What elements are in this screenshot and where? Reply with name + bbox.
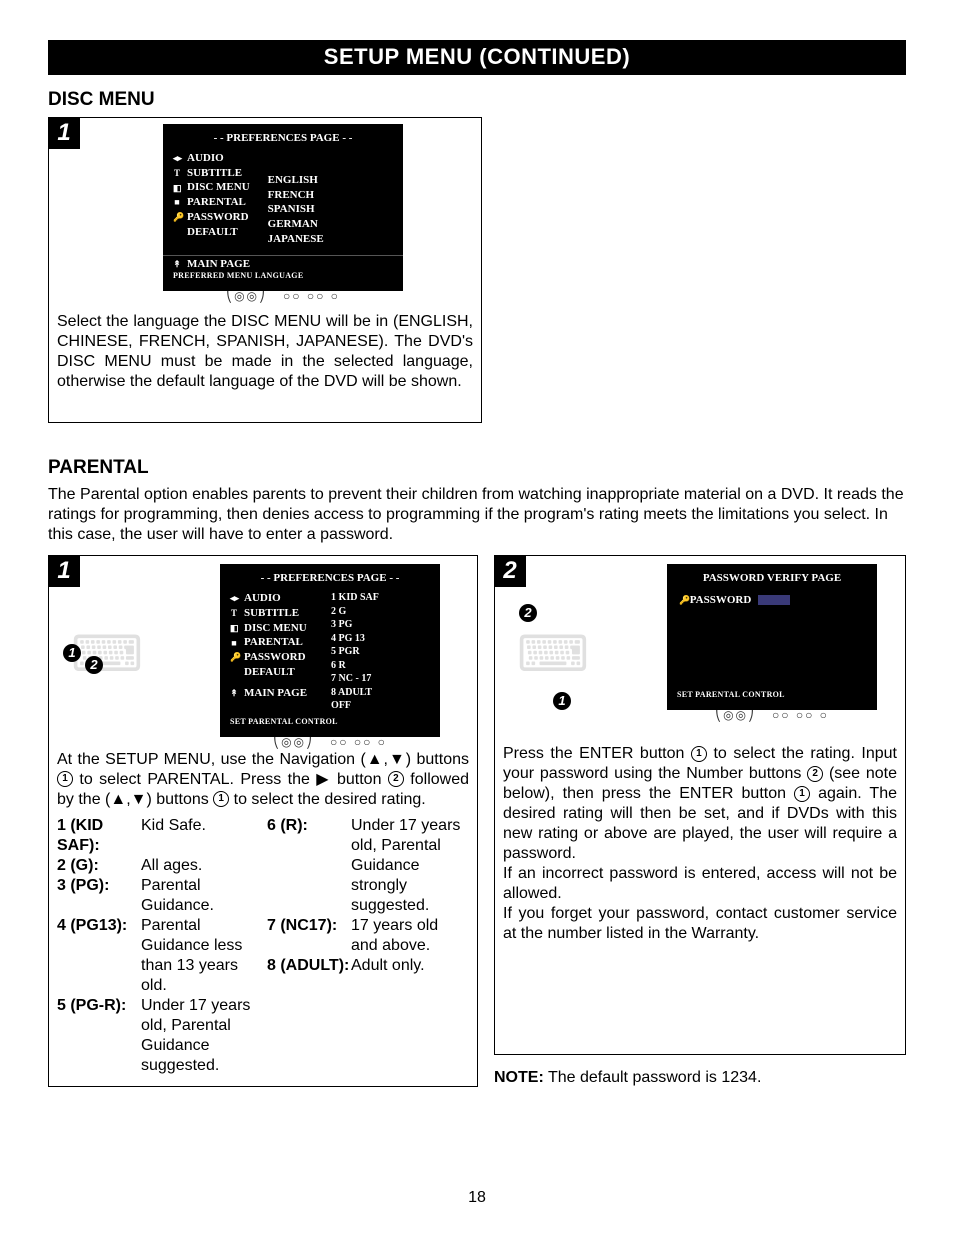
tv-right-col: ENGLISH FRENCH SPANISH GERMAN JAPANESE bbox=[268, 174, 324, 247]
tv-stand-icon: ⎝◎◎⎠ ○○ ○○ ○ bbox=[647, 708, 897, 723]
default-password-note: NOTE: The default password is 1234. bbox=[494, 1069, 906, 1087]
password-field-box bbox=[758, 595, 790, 605]
remote-illustration: ⌨ bbox=[503, 564, 603, 744]
parental-step2-text3: If you forget your password, contact cus… bbox=[503, 904, 897, 944]
parental-intro: The Parental option enables parents to p… bbox=[48, 485, 906, 545]
disc-menu-step: 1 - - PREFERENCES PAGE - - ◂▸AUDIO TSUBT… bbox=[48, 117, 482, 423]
page-banner: SETUP MENU (CONTINUED) bbox=[48, 40, 906, 75]
parental-step-1: 1 ⌨ 1 2 - - PREFERENCES PAGE - - ◂▸AUDIO… bbox=[48, 555, 478, 1086]
parental-step-2: 2 ⌨ 2 1 PASSWORD VERIFY PAGE 🔑 PASSWORD bbox=[494, 555, 906, 1054]
tv-screen-parental: - - PREFERENCES PAGE - - ◂▸AUDIO TSUBTIT… bbox=[220, 564, 440, 736]
ratings-table: 1 (KID SAF):Kid Safe. 2 (G):All ages. 3 … bbox=[57, 816, 469, 1076]
tv-screen-password: PASSWORD VERIFY PAGE 🔑 PASSWORD SET PARE… bbox=[667, 564, 877, 710]
parental-step2-text2: If an incorrect password is entered, acc… bbox=[503, 864, 897, 904]
parental-heading: PARENTAL bbox=[48, 457, 906, 479]
page-number: 18 bbox=[0, 1189, 954, 1207]
tv-left-col: ◂▸AUDIO TSUBTITLE ◧DISC MENU ■PARENTAL 🔑… bbox=[173, 152, 250, 247]
tv-stand-icon: ⎝◎◎⎠ ○○ ○○ ○ bbox=[93, 289, 473, 304]
tv-stand-icon: ⎝◎◎⎠ ○○ ○○ ○ bbox=[191, 735, 469, 750]
step-number-badge: 1 bbox=[48, 117, 80, 149]
tv-screen-disc: - - PREFERENCES PAGE - - ◂▸AUDIO TSUBTIT… bbox=[163, 124, 403, 291]
parental-step1-text: At the SETUP MENU, use the Navigation (▲… bbox=[57, 750, 469, 810]
tv-title: - - PREFERENCES PAGE - - bbox=[163, 132, 403, 146]
parental-step2-text: Press the ENTER button 1 to select the r… bbox=[503, 744, 897, 864]
disc-menu-heading: DISC MENU bbox=[48, 89, 906, 111]
disc-menu-text: Select the language the DISC MENU will b… bbox=[57, 312, 473, 412]
